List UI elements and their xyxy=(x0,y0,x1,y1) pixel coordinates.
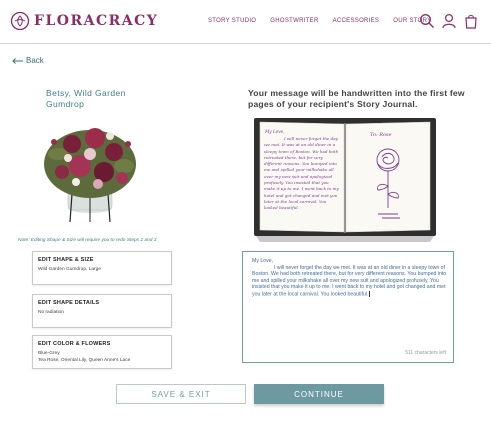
save-exit-button[interactable]: SAVE & EXIT xyxy=(116,384,246,404)
character-counter: 511 characters left xyxy=(405,350,446,356)
product-name: Betsy, Wild Garden Gumdrop xyxy=(46,88,126,109)
account-icon[interactable] xyxy=(441,13,457,29)
nav-accessories[interactable]: ACCESSORIES xyxy=(333,18,380,24)
edit-shape-size-title: EDIT SHAPE & SIZE xyxy=(38,257,94,263)
main-nav: STORY STUDIO GHOSTWRITER ACCESSORIES OUR… xyxy=(208,18,445,24)
story-journal-preview: My Love, I will never forget the day we … xyxy=(254,118,436,242)
logo-icon xyxy=(10,11,30,31)
site-header: FLORACRACY STORY STUDIO GHOSTWRITER ACCE… xyxy=(0,0,491,44)
search-icon[interactable] xyxy=(419,13,435,29)
bag-icon[interactable] xyxy=(463,13,479,29)
journal-page-text: I will never forget the day we met. It w… xyxy=(264,136,339,211)
edit-shape-details-card[interactable]: EDIT SHAPE DETAILS No radiation xyxy=(32,294,172,328)
journal-to-label: To: Rose xyxy=(370,132,392,138)
edit-shape-size-card[interactable]: EDIT SHAPE & SIZE Wild Garden Gumdrop, L… xyxy=(32,251,172,285)
brand-name: FLORACRACY xyxy=(34,13,159,29)
edit-color-flowers-value: Blue-Grey Tea Rose, Oriental Lily, Queen… xyxy=(38,351,131,363)
edit-shape-size-value: Wild Garden Gumdrop, Large xyxy=(38,267,101,272)
brand-logo[interactable]: FLORACRACY xyxy=(10,11,158,31)
edit-color-flowers-title: EDIT COLOR & FLOWERS xyxy=(38,341,111,347)
text-cursor xyxy=(368,290,370,297)
message-input[interactable]: My Love, I will never forget the day we … xyxy=(242,251,454,363)
header-icons xyxy=(419,13,479,29)
bouquet-image xyxy=(44,128,136,223)
arrow-left-icon xyxy=(12,57,23,64)
edit-color-flowers-card[interactable]: EDIT COLOR & FLOWERS Blue-Grey Tea Rose,… xyxy=(32,335,172,369)
nav-ghostwriter[interactable]: GHOSTWRITER xyxy=(270,18,318,24)
message-headline: Your message will be handwritten into th… xyxy=(248,88,465,109)
message-body: I will never forget the day we met. It w… xyxy=(252,264,448,297)
back-label: Back xyxy=(26,56,44,65)
edit-shape-details-title: EDIT SHAPE DETAILS xyxy=(38,300,100,306)
back-link[interactable]: Back xyxy=(12,56,44,65)
message-salutation: My Love, xyxy=(252,258,274,264)
journal-salutation: My Love, xyxy=(264,129,285,134)
continue-button[interactable]: CONTINUE xyxy=(254,384,384,404)
nav-story-studio[interactable]: STORY STUDIO xyxy=(208,18,256,24)
message-text[interactable]: My Love, I will never forget the day we … xyxy=(252,258,448,297)
edit-shape-details-value: No radiation xyxy=(38,310,64,315)
edit-note: Note: Editing Shape & Size will require … xyxy=(18,238,157,243)
